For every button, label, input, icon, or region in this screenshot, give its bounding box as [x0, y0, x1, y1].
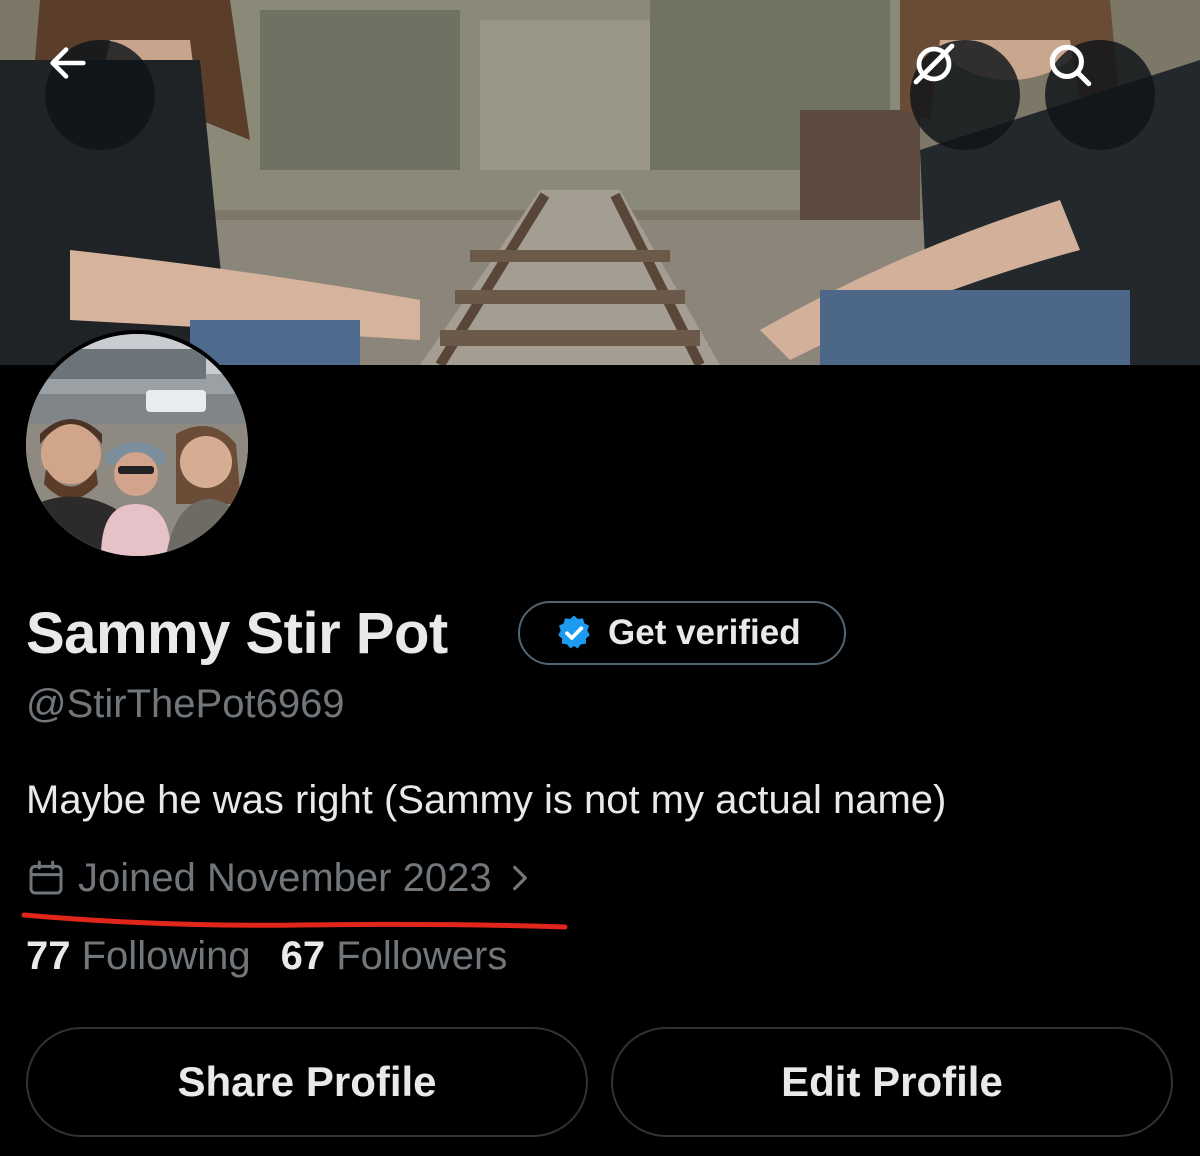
followers-label: Followers: [336, 934, 508, 978]
grok-icon: [913, 43, 955, 85]
share-profile-button[interactable]: Share Profile: [26, 1027, 588, 1137]
follow-stats: 77 Following 67 Followers: [26, 934, 507, 979]
red-underline-annotation: [21, 912, 568, 930]
get-verified-button[interactable]: Get verified: [518, 601, 846, 665]
arrow-left-icon: [50, 47, 86, 79]
followers-count: 67: [280, 934, 326, 978]
following-link[interactable]: 77 Following: [26, 934, 251, 979]
avatar-photo: [26, 334, 248, 556]
following-label: Following: [81, 934, 251, 978]
search-button[interactable]: [1045, 40, 1155, 150]
profile-banner[interactable]: [0, 0, 1200, 365]
search-icon: [1049, 44, 1092, 87]
edit-profile-button[interactable]: Edit Profile: [611, 1027, 1173, 1137]
joined-date[interactable]: Joined November 2023: [26, 852, 536, 904]
display-name: Sammy Stir Pot: [26, 601, 448, 666]
profile-bio: Maybe he was right (Sammy is not my actu…: [26, 778, 947, 822]
avatar[interactable]: [22, 330, 252, 560]
get-verified-label: Get verified: [608, 613, 801, 652]
joined-text: Joined November 2023: [78, 855, 492, 900]
grok-button[interactable]: [910, 40, 1020, 150]
verified-badge-icon: [558, 615, 590, 649]
followers-link[interactable]: 67 Followers: [281, 934, 508, 979]
following-count: 77: [26, 934, 71, 978]
banner-photo: [0, 0, 1200, 365]
chevron-right-icon: [512, 865, 527, 891]
calendar-icon: [29, 860, 63, 895]
back-button[interactable]: [45, 40, 155, 150]
user-handle: @StirThePot6969: [26, 682, 345, 726]
